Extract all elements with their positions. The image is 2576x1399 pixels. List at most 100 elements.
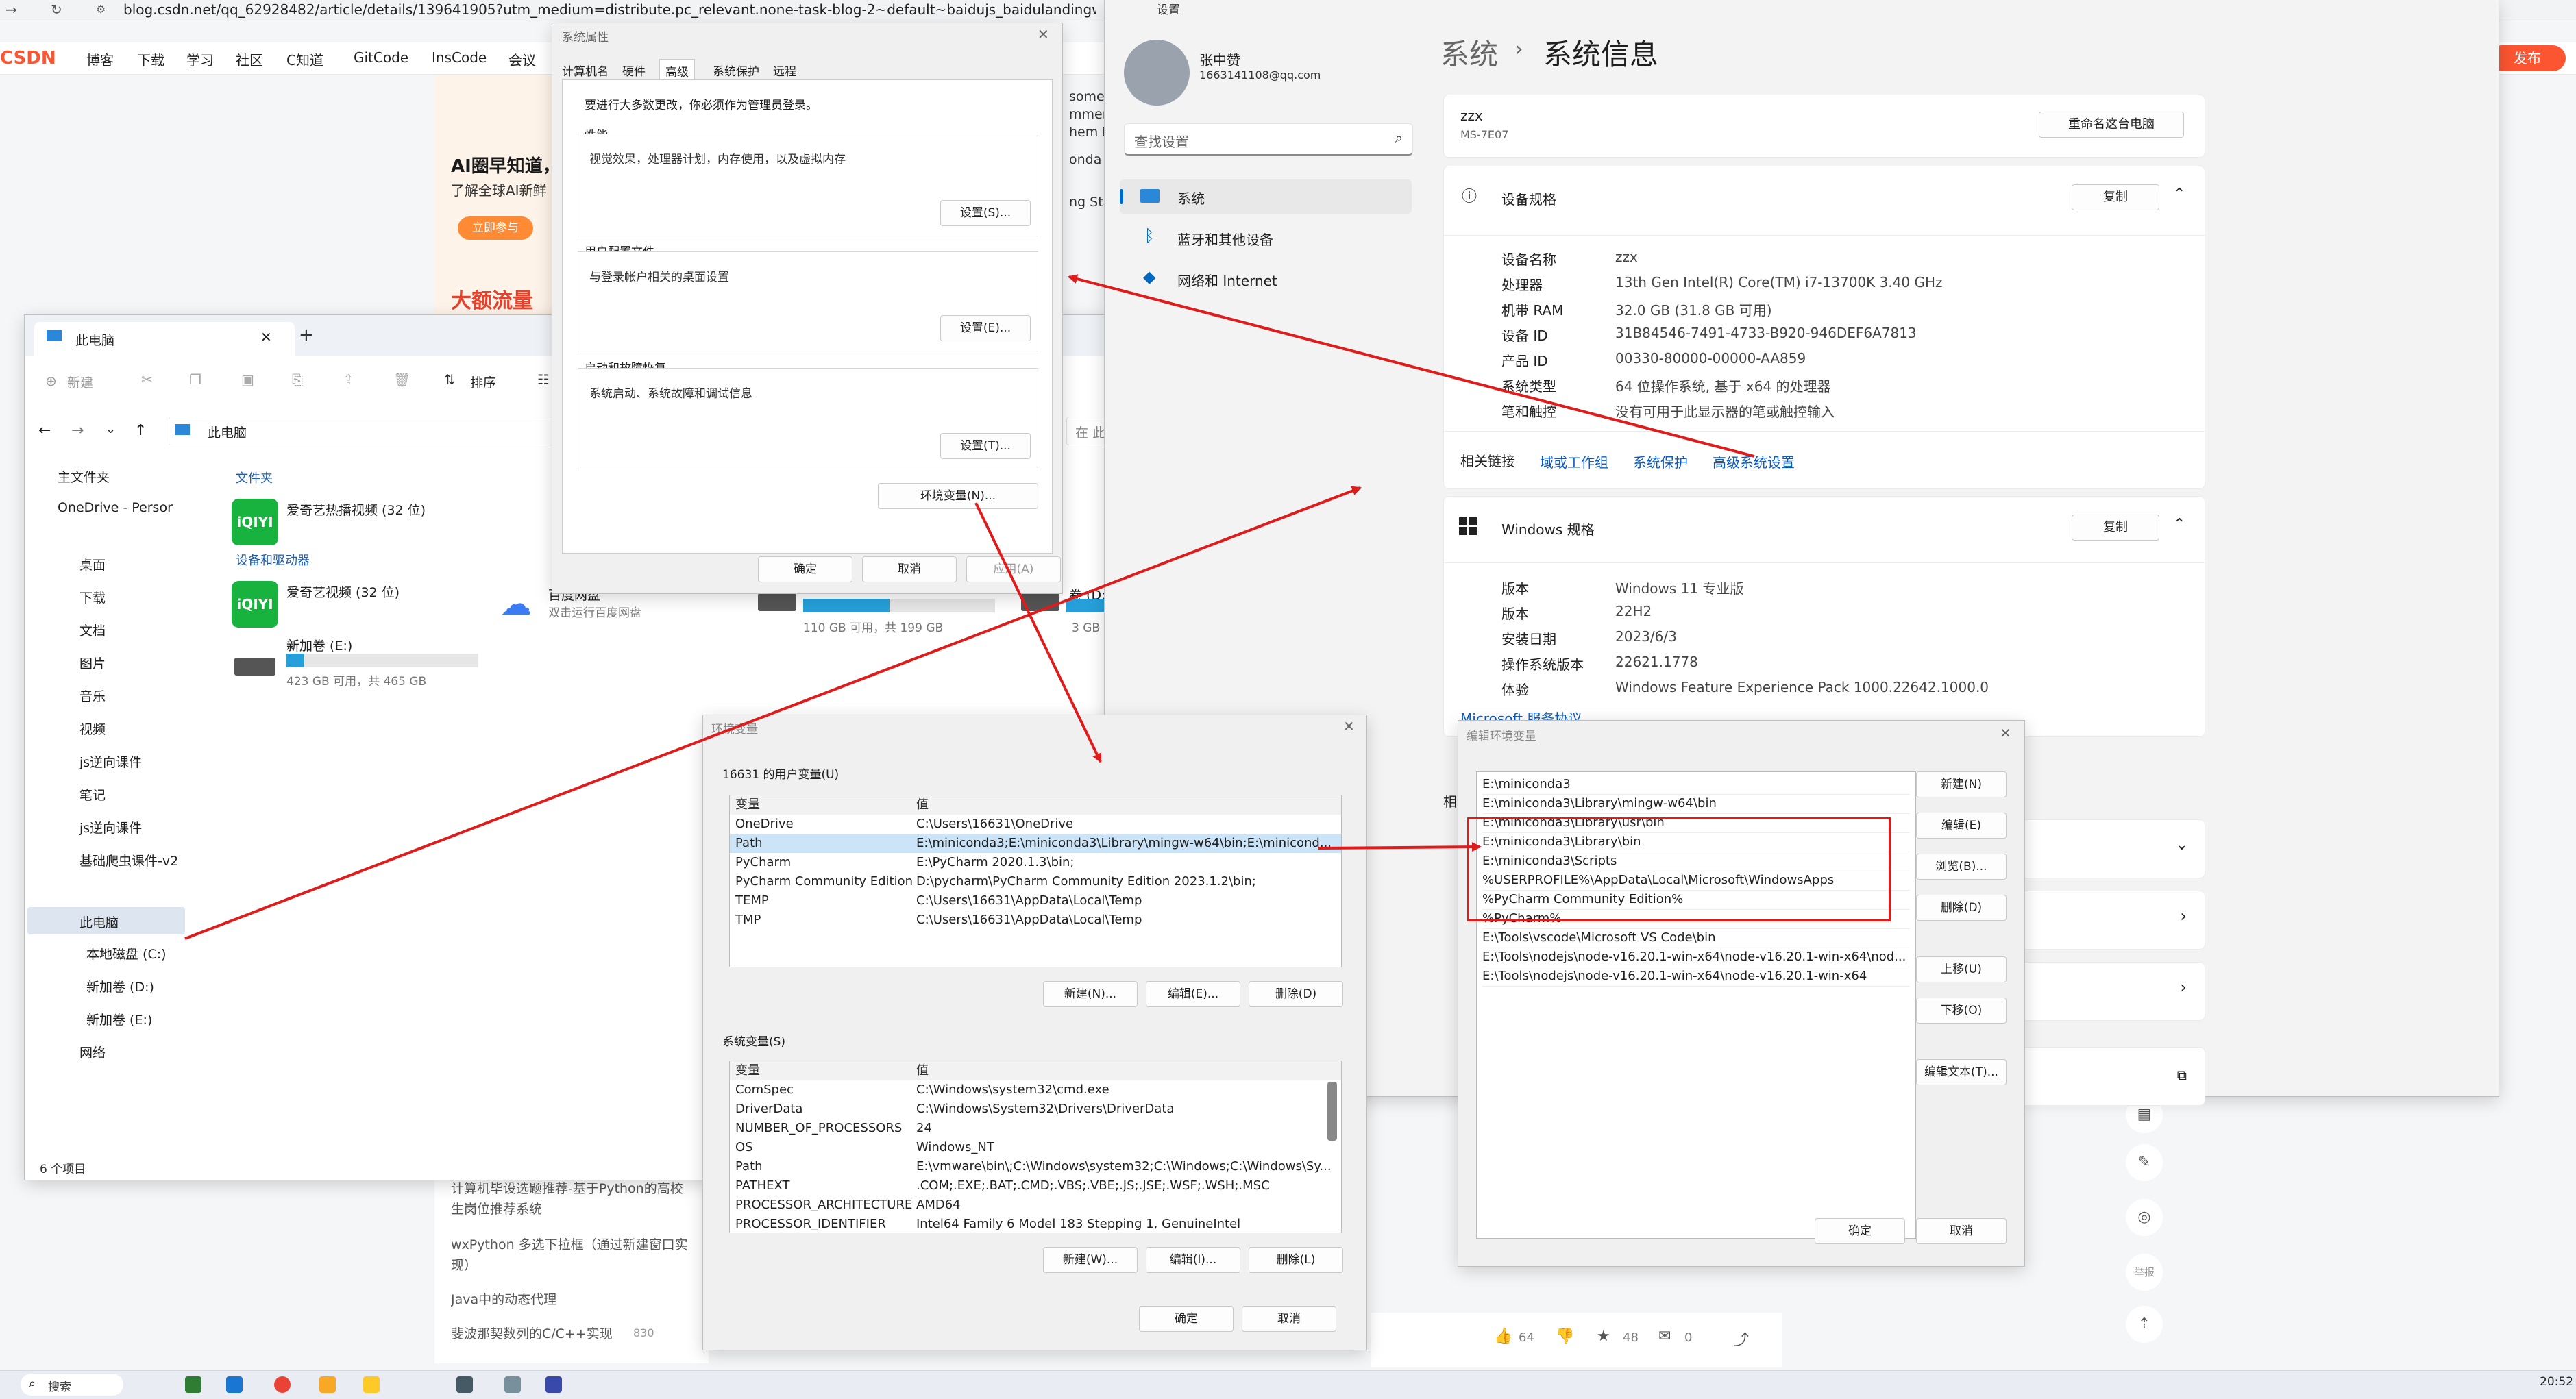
sidebar-item-onedrive[interactable]: OneDrive - Persor (58, 500, 173, 515)
nav-inscode[interactable]: InsCode (432, 49, 487, 66)
link-domain-workgroup[interactable]: 域或工作组 (1540, 451, 1608, 471)
site-info-icon[interactable]: ⚙ (96, 3, 106, 16)
url-bar[interactable]: blog.csdn.net/qq_62928482/article/detail… (123, 1, 1096, 18)
folder-name[interactable]: 爱奇艺热播视频 (32 位) (286, 500, 426, 519)
drive-e-label[interactable]: 新加卷 (E:) (286, 636, 352, 654)
table-row[interactable]: PROCESSOR_IDENTIFIER Intel64 Family 6 Mod… (730, 1215, 1341, 1233)
rename-pc-button[interactable]: 重命名这台电脑 (2039, 112, 2184, 138)
sidebar-item-folder[interactable]: 笔记 (79, 785, 106, 804)
related-row-4[interactable]: ⧉ (2012, 1047, 2205, 1106)
new-tab-icon[interactable]: + (299, 325, 314, 345)
sort-icon[interactable]: ⇅ (444, 371, 456, 388)
close-icon[interactable]: ✕ (1038, 26, 1049, 42)
nav-community[interactable]: 社区 (236, 49, 263, 69)
sort-label[interactable]: 排序 (470, 373, 496, 391)
sidebar-item-folder[interactable]: js逆向课件 (79, 752, 142, 771)
taskbar-search[interactable]: ⌕ 搜索 (21, 1374, 123, 1396)
back-to-top-icon[interactable]: ⇡ (2126, 1306, 2163, 1343)
close-icon[interactable]: ✕ (1343, 718, 1355, 734)
publish-button[interactable]: 发布 (2489, 45, 2566, 71)
sidebar-item-drive-d[interactable]: 新加卷 (D:) (86, 977, 154, 995)
link-advanced-system-settings[interactable]: 高级系统设置 (1713, 451, 1795, 471)
vscode-icon[interactable] (226, 1376, 243, 1393)
cut-icon[interactable]: ✂ (141, 371, 153, 388)
sidebar-item-network[interactable]: 网络 (79, 1043, 106, 1061)
app-icon[interactable] (456, 1376, 473, 1393)
system-edit-button[interactable]: 编辑(I)... (1146, 1247, 1240, 1273)
related-row-2[interactable]: › (2012, 891, 2205, 950)
close-tab-icon[interactable]: ✕ (260, 329, 272, 345)
system-new-button[interactable]: 新建(W)... (1043, 1247, 1138, 1273)
csdn-logo[interactable]: CSDN (0, 48, 56, 69)
report-button[interactable]: 举报 (2126, 1254, 2163, 1291)
related-item[interactable]: wxPython 多选下拉框（通过新建窗口实 (451, 1235, 688, 1253)
table-row[interactable]: PROCESSOR_ARCHITECTURE AMD64 (730, 1196, 1341, 1215)
tab-computer-name[interactable]: 计算机名 (562, 62, 609, 79)
user-edit-button[interactable]: 编辑(E)... (1146, 981, 1240, 1007)
close-icon[interactable]: ✕ (2000, 725, 2011, 741)
table-row[interactable]: TMP C:\Users\16631\AppData\Local\Temp (730, 911, 1341, 930)
table-row[interactable]: PyCharm E:\PyCharm 2020.1.3\bin; (730, 853, 1341, 872)
sidebar-item-drive-c[interactable]: 本地磁盘 (C:) (86, 944, 167, 963)
new-button[interactable]: 新建(N) (1916, 771, 2007, 797)
forward-icon[interactable]: → (5, 1, 17, 18)
system-delete-button[interactable]: 删除(L) (1249, 1247, 1343, 1273)
sidebar-item-music[interactable]: 音乐 (79, 686, 106, 705)
related-item[interactable]: 斐波那契数列的C/C++实现 (451, 1324, 613, 1342)
folder-icon[interactable] (363, 1376, 380, 1393)
related-row-1[interactable]: ⌄ (2012, 819, 2205, 878)
refresh-icon[interactable]: ↻ (51, 1, 62, 18)
list-item[interactable]: E:\Tools\nodejs\node-v16.20.1-win-x64\no… (1482, 967, 1910, 987)
tab-hardware[interactable]: 硬件 (622, 62, 646, 79)
copy-icon[interactable]: ❐ (189, 371, 201, 388)
like-icon[interactable]: 👍 (1494, 1328, 1512, 1345)
sidebar-item-documents[interactable]: 文档 (79, 621, 106, 639)
edit-text-button[interactable]: 编辑文本(T)... (1916, 1059, 2007, 1085)
link-system-protection[interactable]: 系统保护 (1633, 451, 1688, 471)
related-item[interactable]: 计算机毕设选题推荐-基于Python的高校 (451, 1178, 683, 1197)
table-row-selected[interactable]: Path E:\miniconda3;E:\miniconda3\Library\… (730, 834, 1341, 853)
tab-system-protection[interactable]: 系统保护 (713, 62, 759, 79)
table-row[interactable]: Path E:\vmware\bin\;C:\Windows\system32;C… (730, 1157, 1341, 1176)
ok-button[interactable]: 确定 (1815, 1218, 1905, 1244)
move-up-button[interactable]: 上移(U) (1916, 956, 2007, 982)
headset-icon[interactable]: ◎ (2126, 1199, 2163, 1236)
chevron-up-icon[interactable]: ⌃ (2173, 186, 2185, 203)
breadcrumb-parent[interactable]: 系统 (1440, 32, 1498, 73)
section-drives[interactable]: 设备和驱动器 (236, 551, 310, 569)
user-delete-button[interactable]: 删除(D) (1249, 981, 1343, 1007)
app-icon[interactable] (545, 1376, 562, 1393)
comment-icon[interactable]: ✉ (1658, 1328, 1671, 1345)
apply-button[interactable]: 应用(A) (966, 556, 1061, 582)
chrome-icon[interactable] (274, 1376, 291, 1393)
browse-button[interactable]: 浏览(B)... (1916, 854, 2007, 880)
sidebar-item-downloads[interactable]: 下载 (79, 588, 106, 606)
nav-meeting[interactable]: 会议 (508, 49, 536, 69)
list-item[interactable]: E:\miniconda3\Library\mingw-w64\bin (1482, 794, 1910, 814)
table-row[interactable]: OS Windows_NT (730, 1138, 1341, 1157)
ad-join-button[interactable]: 立即参与 (458, 216, 533, 240)
chevron-up-icon[interactable]: ⌃ (2173, 516, 2185, 533)
scrollbar-thumb[interactable] (1327, 1082, 1337, 1141)
related-item[interactable]: Java中的动态代理 (451, 1289, 556, 1308)
settings-icon[interactable] (504, 1376, 521, 1393)
startup-settings-button[interactable]: 设置(T)... (940, 433, 1031, 459)
nav-item-system[interactable]: 系统 (1120, 179, 1412, 214)
app-name[interactable]: 爱奇艺视频 (32 位) (286, 582, 400, 601)
rename-icon[interactable]: ⎘ (292, 371, 303, 388)
system-vars-list[interactable]: 变量 值 ComSpec C:\Windows\system32\cmd.exe … (729, 1061, 1342, 1233)
ok-button[interactable]: 确定 (1139, 1306, 1234, 1332)
forward-icon[interactable]: → (71, 422, 84, 439)
up-icon[interactable]: ↑ (134, 422, 147, 439)
app-icon[interactable] (185, 1376, 201, 1393)
avatar[interactable] (1124, 40, 1190, 106)
move-down-button[interactable]: 下移(O) (1916, 998, 2007, 1024)
copy-device-button[interactable]: 复制 (2072, 184, 2159, 210)
sidebar-item-folder[interactable]: 基础爬虫课件-v2 (79, 851, 178, 869)
share-icon[interactable]: ⇪ (343, 371, 354, 388)
table-row[interactable]: DriverData C:\Windows\System32\Drivers\Dr… (730, 1100, 1341, 1119)
sidebar-item-folder[interactable]: js逆向课件 (79, 818, 142, 837)
related-row-3[interactable]: › (2012, 962, 2205, 1021)
list-item[interactable]: E:\Tools\nodejs\node-v16.20.1-win-x64\no… (1482, 948, 1910, 967)
list-item[interactable]: E:\Tools\vscode\Microsoft VS Code\bin (1482, 928, 1910, 948)
